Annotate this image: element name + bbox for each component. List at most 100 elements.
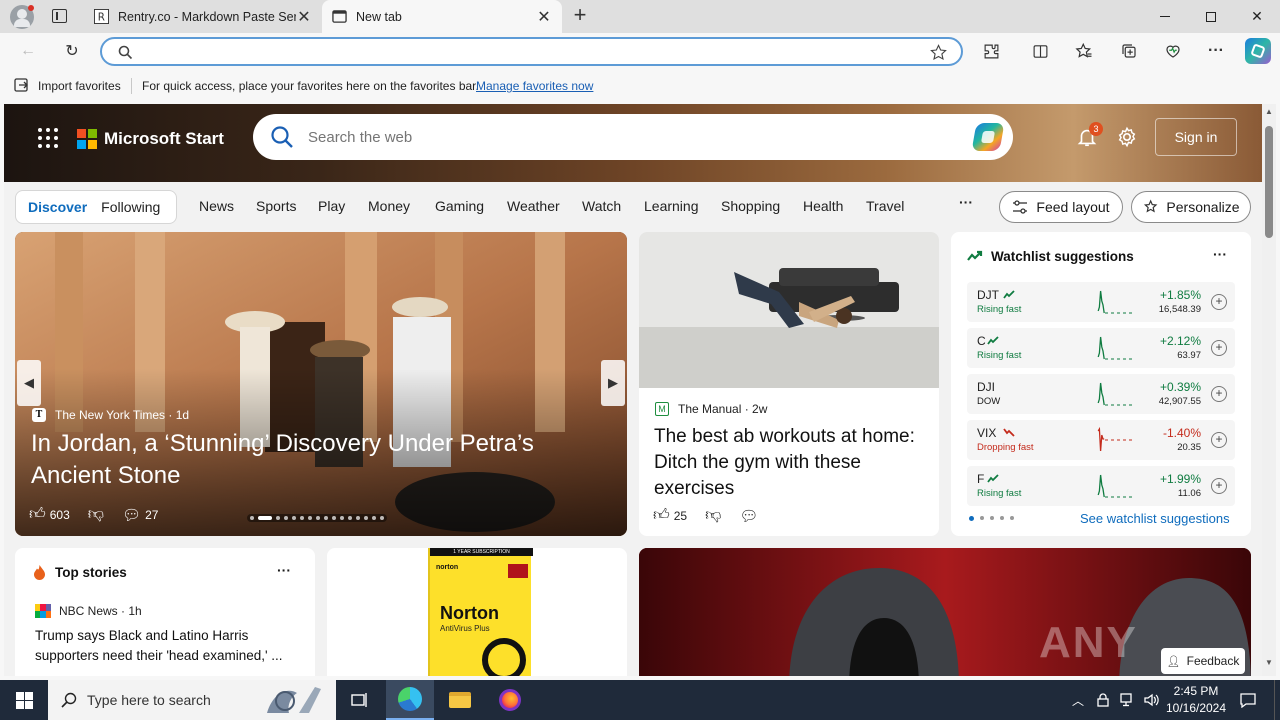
add-to-watchlist-icon[interactable]: + [1211,386,1227,402]
nav-travel[interactable]: Travel [866,198,904,214]
hero-headline[interactable]: In Jordan, a ‘Stunning’ Discovery Under … [31,428,591,492]
edge-taskbar-icon[interactable] [386,680,434,720]
browser-essentials-icon[interactable] [1161,40,1185,62]
show-hidden-icons-chevron-icon[interactable]: ︿ [1068,680,1088,720]
carousel-dot[interactable] [324,516,328,520]
copilot-search-icon[interactable] [971,123,1005,151]
nav-news[interactable]: News [199,198,234,214]
carousel-next-icon[interactable]: ▶ [601,360,625,406]
nav-weather[interactable]: Weather [507,198,560,214]
start-button[interactable] [0,680,48,720]
address-bar[interactable] [100,37,963,66]
address-input[interactable] [142,43,922,60]
add-to-watchlist-icon[interactable]: + [1211,478,1227,494]
watchlist-more-icon[interactable]: ··· [1213,246,1227,262]
refresh-icon[interactable]: ↻ [60,40,84,62]
restore-icon[interactable] [1188,0,1234,33]
watchlist-row-djt[interactable]: DJT Rising fast +1.85% 16,548.39 + [967,282,1235,322]
add-to-watchlist-icon[interactable]: + [1211,340,1227,356]
carousel-dot[interactable] [380,516,384,520]
nav-learning[interactable]: Learning [644,198,699,214]
following-tab[interactable]: Following [101,199,160,215]
norton-ad-card[interactable]: 1 YEAR SUBSCRIPTION norton Norton AntiVi… [327,548,627,676]
copilot-icon[interactable] [1245,38,1271,64]
comment-icon[interactable]: 💬︎ [122,506,141,524]
import-favorites-icon[interactable] [14,78,30,93]
discover-tab[interactable]: Discover [28,199,87,215]
carousel-dot[interactable] [292,516,296,520]
top-stories-more-icon[interactable]: ··· [277,562,291,578]
scroll-down-arrow-icon[interactable]: ▼ [1265,658,1273,667]
top-story-headline[interactable]: Trump says Black and Latino Harris suppo… [35,626,297,666]
watchlist-row-dji[interactable]: DJI DOW +0.39% 42,907.55 + [967,374,1235,414]
notification-center-icon[interactable] [1234,680,1262,720]
carousel-dot[interactable] [284,516,288,520]
app-launcher-icon[interactable] [38,128,58,148]
like-icon[interactable]: 👍︎ [653,506,670,525]
page-dot[interactable] [969,516,974,521]
feed-layout-button[interactable]: Feed layout [999,191,1123,223]
add-to-watchlist-icon[interactable]: + [1211,294,1227,310]
article-headline[interactable]: The best ab workouts at home: Ditch the … [654,424,924,502]
security-tray-icon[interactable] [1092,680,1114,720]
new-tab-plus-icon[interactable]: + [568,4,592,28]
watchlist-row-c[interactable]: C Rising fast +2.12% 63.97 + [967,328,1235,368]
carousel-dot[interactable] [258,516,272,520]
show-desktop-button[interactable] [1274,680,1275,720]
watchlist-row-vix[interactable]: VIX Dropping fast -1.40% 20.35 + [967,420,1235,460]
web-search-input[interactable] [308,127,908,147]
nav-sports[interactable]: Sports [256,198,296,214]
dislike-icon[interactable]: 👎︎ [88,505,104,524]
feature-image-card[interactable]: ANY RUN 👤︎ Feedback [639,548,1251,676]
favorites-icon[interactable] [1072,40,1096,62]
minimize-icon[interactable] [1142,0,1188,33]
carousel-dot[interactable] [308,516,312,520]
personalize-button[interactable]: Personalize [1131,191,1251,223]
import-favorites-label[interactable]: Import favorites [38,79,121,93]
nav-shopping[interactable]: Shopping [721,198,780,214]
extensions-icon[interactable] [979,40,1003,62]
manage-favorites-link[interactable]: Manage favorites now [476,79,593,93]
carousel-dot[interactable] [364,516,368,520]
close-window-icon[interactable]: ✕ [1234,0,1280,33]
firefox-icon[interactable] [486,680,534,720]
vertical-scrollbar[interactable]: ▲ ▼ [1262,104,1276,676]
nav-play[interactable]: Play [318,198,345,214]
settings-gear-icon[interactable] [1116,126,1138,148]
sign-in-button[interactable]: Sign in [1155,118,1237,156]
add-to-watchlist-icon[interactable]: + [1211,432,1227,448]
article-card[interactable]: M The Manual · 2w The best ab workouts a… [639,232,939,536]
carousel-dot[interactable] [276,516,280,520]
back-arrow-icon[interactable]: ← [16,40,40,62]
tab-rentry[interactable]: R Rentry.co - Markdown Paste Servi ✕ [84,0,322,33]
clock[interactable]: 2:45 PM 10/16/2024 [1164,683,1228,717]
page-dot[interactable] [990,516,994,520]
close-tab-icon[interactable]: ✕ [536,7,552,27]
nav-more-icon[interactable]: ··· [959,194,973,210]
top-story-source[interactable]: NBC News [59,604,118,618]
task-view-icon[interactable] [336,680,384,720]
network-icon[interactable] [1116,680,1138,720]
hero-card[interactable]: ◀ ▶ T The New York Times · 1d In Jordan,… [15,232,627,536]
tab-actions-icon[interactable] [52,9,67,23]
scrollbar-thumb[interactable] [1265,126,1273,238]
page-dot[interactable] [980,516,984,520]
carousel-dot[interactable] [348,516,352,520]
settings-more-icon[interactable]: ··· [1204,40,1228,62]
carousel-prev-icon[interactable]: ◀ [17,360,41,406]
split-screen-icon[interactable] [1028,40,1052,62]
dislike-icon[interactable]: 👎︎ [705,506,721,525]
carousel-dot[interactable] [372,516,376,520]
watchlist-row-f[interactable]: F Rising fast +1.99% 11.06 + [967,466,1235,506]
carousel-dot[interactable] [356,516,360,520]
article-source[interactable]: The Manual [678,402,741,416]
carousel-dot[interactable] [332,516,336,520]
like-icon[interactable]: 👍︎ [29,505,46,524]
collections-icon[interactable] [1117,40,1141,62]
taskbar-search-box[interactable]: Type here to search [48,680,336,720]
tab-new-tab[interactable]: New tab ✕ [322,0,562,33]
favorite-star-icon[interactable] [930,44,947,61]
comment-icon[interactable]: 💬︎ [739,507,758,525]
hero-source[interactable]: The New York Times [55,408,165,422]
file-explorer-icon[interactable] [436,680,484,720]
